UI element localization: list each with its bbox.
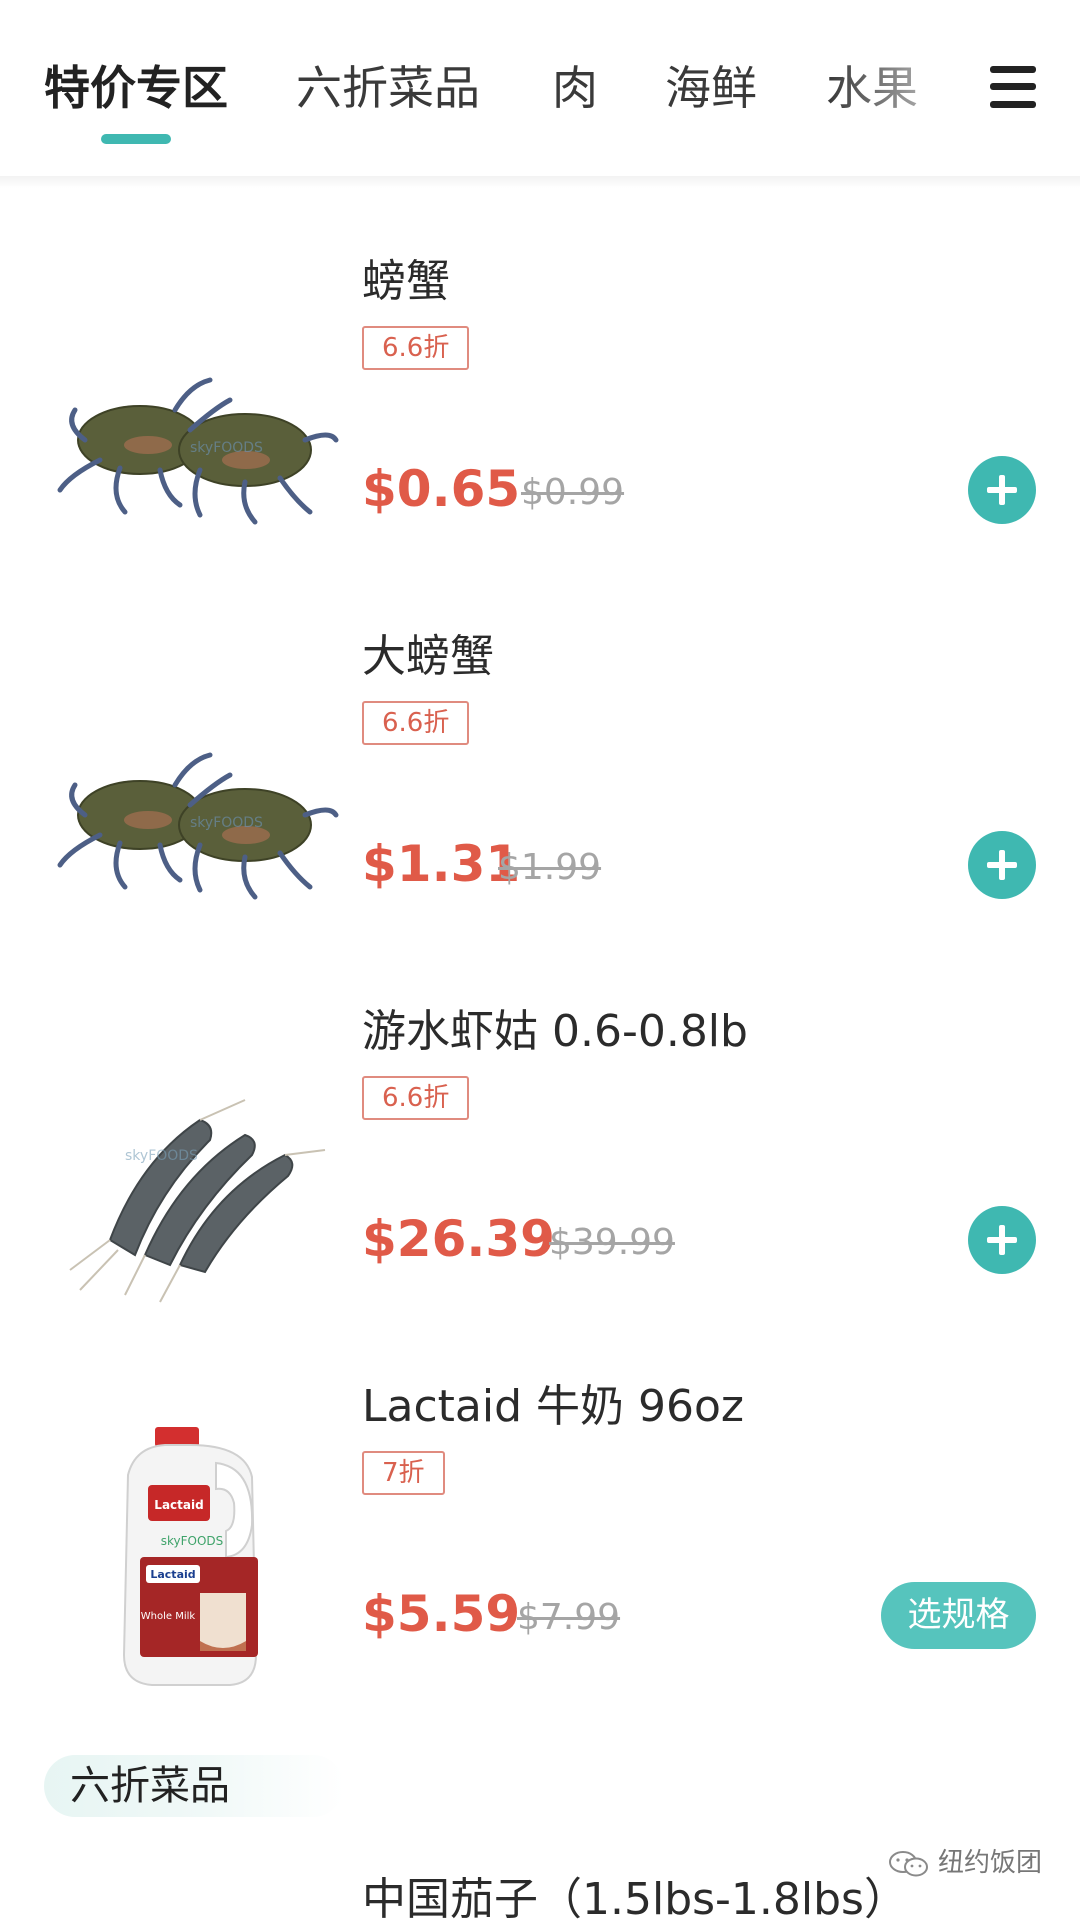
select-spec-button[interactable]: 选规格 — [881, 1582, 1036, 1649]
image-watermark: skyFOODS — [125, 1148, 198, 1164]
discount-badge: 6.6折 — [362, 326, 470, 370]
image-watermark: skyFOODS — [190, 440, 263, 456]
product-card[interactable]: skyFOODS 大螃蟹 6.6折 $1.31 $1.99 — [0, 625, 1080, 1000]
original-price: $39.99 — [549, 1222, 675, 1263]
wechat-icon — [889, 1851, 928, 1877]
product-card[interactable]: skyFOODS 游水虾姑 0.6-0.8lb 6.6折 $26.39 $39.… — [0, 1000, 1080, 1375]
product-card[interactable]: skyFOODS 螃蟹 6.6折 $0.65 $0.99 — [0, 250, 1080, 625]
original-price: $7.99 — [517, 1597, 621, 1638]
tab-fruit[interactable]: 水果 — [826, 58, 918, 118]
product-image-crabs: skyFOODS — [57, 377, 339, 525]
milk-variant-text: Whole Milk — [141, 1611, 196, 1622]
product-name: 中国茄子（1.5lbs-1.8lbs） — [362, 1874, 908, 1925]
sale-price: $26.39 — [362, 1210, 555, 1268]
add-to-cart-button[interactable] — [968, 831, 1036, 899]
hamburger-menu-icon[interactable] — [990, 66, 1036, 108]
product-name: 螃蟹 — [362, 256, 450, 307]
product-image-milk-jug: Lactaid skyFOODS Lactaid Whole Milk — [122, 1427, 258, 1686]
section-title: 六折菜品 — [70, 1763, 230, 1809]
section-header-forty-percent-off: 六折菜品 — [44, 1755, 344, 1817]
product-image-mantis-shrimp: skyFOODS — [69, 1099, 326, 1303]
watermark-text: 纽约饭团 — [938, 1848, 1043, 1878]
image-watermark: skyFOODS — [190, 815, 263, 831]
product-image-crabs: skyFOODS — [57, 752, 339, 900]
sale-price: $0.65 — [362, 460, 521, 518]
add-to-cart-button[interactable] — [968, 1206, 1036, 1274]
tab-forty-percent-off[interactable]: 六折菜品 — [296, 58, 480, 118]
sale-price: $5.59 — [362, 1585, 521, 1643]
image-watermark: skyFOODS — [161, 1534, 224, 1548]
product-card[interactable]: Lactaid skyFOODS Lactaid Whole Milk Lact… — [0, 1375, 1080, 1750]
active-tab-indicator — [101, 134, 171, 144]
original-price: $0.99 — [521, 472, 625, 513]
original-price: $1.99 — [498, 847, 602, 888]
discount-badge: 7折 — [362, 1451, 445, 1495]
product-name: Lactaid 牛奶 96oz — [362, 1381, 745, 1432]
discount-badge: 6.6折 — [362, 1076, 470, 1120]
category-tab-bar: 特价专区 六折菜品 肉 海鲜 水果 — [0, 0, 1080, 178]
tab-seafood[interactable]: 海鲜 — [665, 58, 757, 118]
discount-badge: 6.6折 — [362, 701, 470, 745]
tab-specials[interactable]: 特价专区 — [44, 58, 228, 118]
product-name: 大螃蟹 — [362, 631, 494, 682]
milk-brand-text: Lactaid — [150, 1568, 195, 1581]
tab-bar-shadow — [0, 176, 1080, 188]
add-to-cart-button[interactable] — [968, 456, 1036, 524]
product-name: 游水虾姑 0.6-0.8lb — [362, 1006, 748, 1057]
milk-brand-text: Lactaid — [154, 1498, 203, 1512]
sale-price: $1.31 — [362, 835, 521, 893]
tab-meat[interactable]: 肉 — [552, 58, 598, 118]
